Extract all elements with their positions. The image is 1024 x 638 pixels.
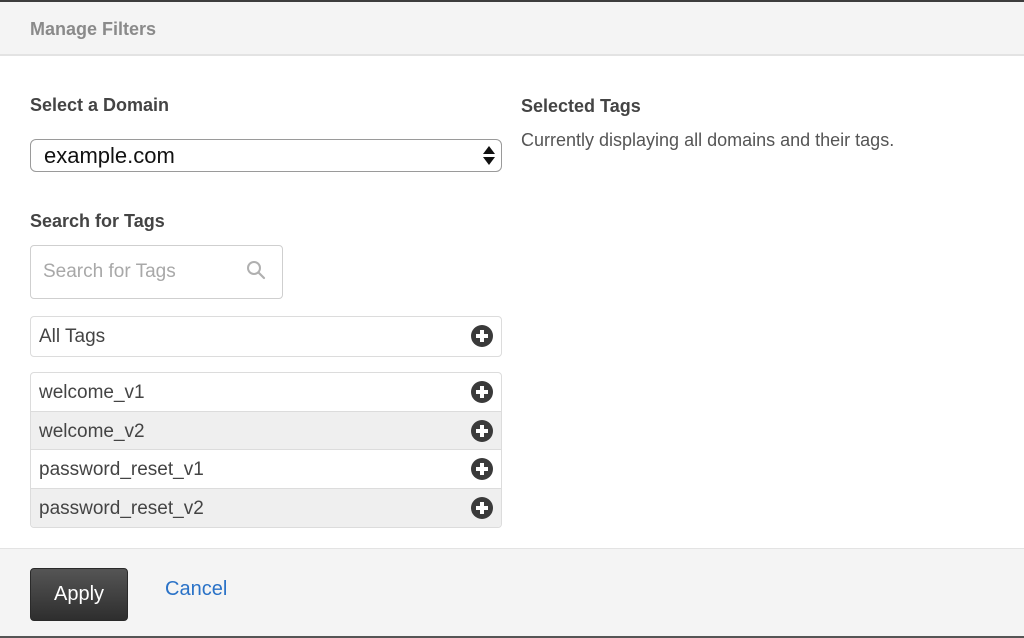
plus-circle-icon[interactable] <box>471 325 493 347</box>
search-icon[interactable] <box>246 260 266 280</box>
plus-circle-icon[interactable] <box>471 458 493 480</box>
tag-list: welcome_v1 welcome_v2 password_reset_v1 … <box>30 372 502 528</box>
all-tags-label: All Tags <box>39 326 106 347</box>
search-tags-label: Search for Tags <box>30 211 165 231</box>
search-box <box>30 245 283 299</box>
tag-row[interactable]: welcome_v1 <box>31 373 501 412</box>
plus-circle-icon[interactable] <box>471 496 493 519</box>
tag-label: welcome_v1 <box>39 382 145 403</box>
tag-row[interactable]: welcome_v2 <box>31 411 501 450</box>
selected-tags-label: Selected Tags <box>521 96 641 116</box>
all-tags-list: All Tags <box>30 316 502 357</box>
domain-select[interactable]: example.com <box>30 139 502 172</box>
search-input[interactable] <box>43 258 233 286</box>
domain-select-value: example.com <box>44 143 175 168</box>
tag-label: password_reset_v1 <box>39 459 204 480</box>
plus-circle-icon[interactable] <box>471 419 493 442</box>
select-updown-icon <box>483 145 495 167</box>
plus-circle-icon[interactable] <box>471 381 493 403</box>
selected-tags-description: Currently displaying all domains and the… <box>521 130 895 150</box>
cancel-link[interactable]: Cancel <box>165 578 227 601</box>
tag-row[interactable]: password_reset_v2 <box>31 488 501 527</box>
modal-header: Manage Filters <box>0 2 1024 56</box>
modal-title: Manage Filters <box>30 19 157 39</box>
tag-row[interactable]: password_reset_v1 <box>31 450 501 489</box>
tag-label: password_reset_v2 <box>39 497 204 519</box>
domain-label: Select a Domain <box>30 95 170 115</box>
modal-footer: Apply Cancel <box>0 548 1024 636</box>
tag-label: welcome_v2 <box>39 420 145 442</box>
all-tags-row[interactable]: All Tags <box>31 317 501 356</box>
apply-button[interactable]: Apply <box>30 568 128 621</box>
